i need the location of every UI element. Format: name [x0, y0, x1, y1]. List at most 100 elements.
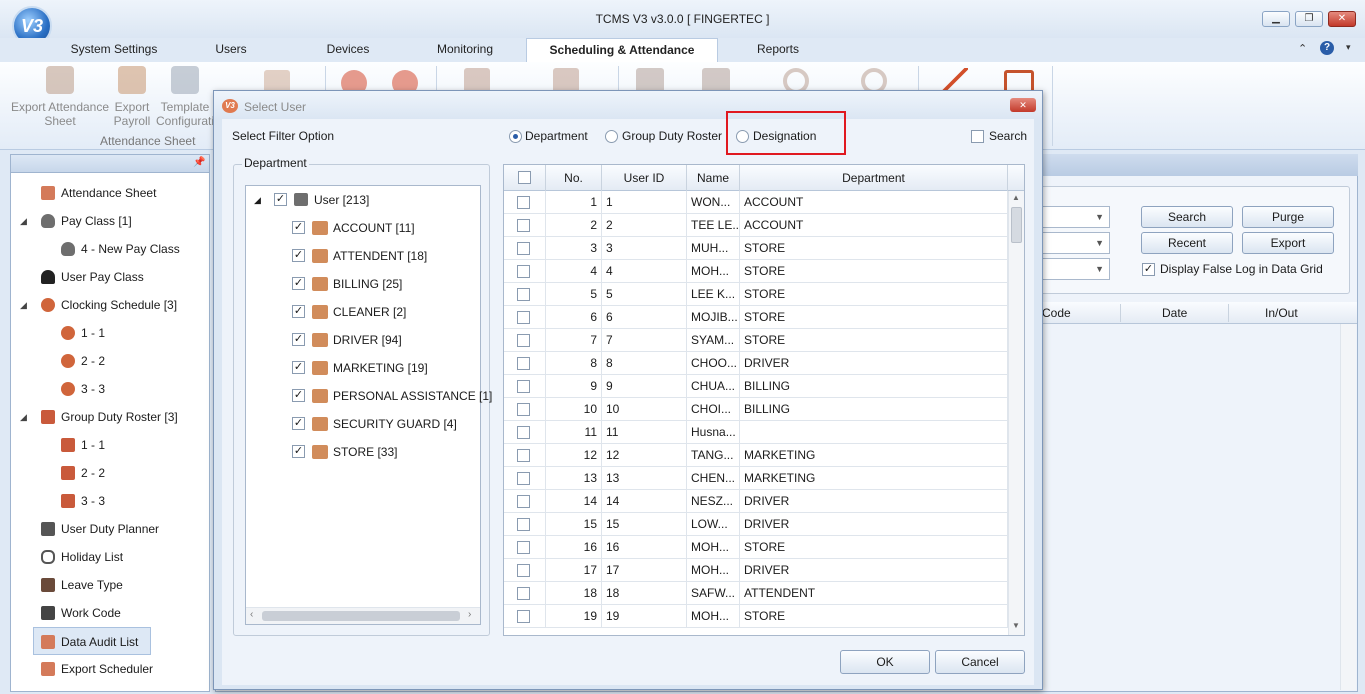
nav-user-pay-class[interactable]: User Pay Class [11, 263, 209, 291]
tree-department-item[interactable]: ✓ MARKETING [19] [246, 354, 480, 382]
template-configuration-button[interactable]: Template Configurati [156, 66, 214, 128]
tree-department-item[interactable]: ✓ PERSONAL ASSISTANCE [1] [246, 382, 492, 410]
tree-horizontal-scrollbar[interactable]: ‹ › [246, 607, 480, 624]
nav-group-duty-roster-item[interactable]: 1 - 1 [11, 431, 209, 459]
select-all-checkbox[interactable] [518, 171, 531, 184]
column-user-id[interactable]: User ID [602, 165, 687, 191]
column-department[interactable]: Department [740, 165, 1008, 191]
department-checkbox[interactable]: ✓ [292, 361, 305, 374]
row-checkbox[interactable] [517, 403, 530, 416]
table-row[interactable]: 14 14 NESZ... DRIVER [504, 490, 1008, 513]
collapse-ribbon-icon[interactable]: ⌃ [1298, 42, 1307, 55]
nav-pay-class-item[interactable]: 4 - New Pay Class [11, 235, 209, 263]
row-checkbox[interactable] [517, 357, 530, 370]
tree-root-user[interactable]: ◢ ✓ User [213] [246, 186, 480, 214]
search-checkbox[interactable] [971, 130, 984, 143]
row-checkbox[interactable] [517, 495, 530, 508]
filter-combo-2[interactable]: ▼ [1040, 232, 1110, 254]
scroll-down-icon[interactable]: ▼ [1012, 621, 1020, 630]
group-duty-roster-radio[interactable] [605, 130, 618, 143]
department-checkbox[interactable]: ✓ [292, 445, 305, 458]
tab-reports[interactable]: Reports [742, 42, 814, 62]
row-checkbox[interactable] [517, 426, 530, 439]
nav-clocking-schedule[interactable]: ◢ Clocking Schedule [3] [11, 291, 209, 319]
tab-monitoring[interactable]: Monitoring [424, 42, 506, 62]
table-row[interactable]: 10 10 CHOI... BILLING [504, 398, 1008, 421]
tab-system-settings[interactable]: System Settings [58, 42, 170, 62]
tree-department-item[interactable]: ✓ STORE [33] [246, 438, 480, 466]
row-checkbox[interactable] [517, 541, 530, 554]
column-no[interactable]: No. [546, 165, 602, 191]
close-button[interactable]: ✕ [1328, 11, 1356, 27]
help-icon[interactable]: ? [1320, 41, 1334, 55]
recent-button[interactable]: Recent [1141, 232, 1233, 254]
nav-holiday-list[interactable]: Holiday List [11, 543, 209, 571]
column-date[interactable]: Date [1162, 306, 1187, 320]
department-radio-label[interactable]: Department [525, 129, 588, 143]
user-grid-scrollbar[interactable]: ▲ ▼ [1008, 191, 1024, 635]
scroll-thumb[interactable] [1011, 207, 1022, 243]
tree-department-item[interactable]: ✓ SECURITY GUARD [4] [246, 410, 480, 438]
display-false-log-checkbox[interactable]: ✓ [1142, 263, 1155, 276]
ok-button[interactable]: OK [840, 650, 930, 674]
dialog-close-button[interactable]: ✕ [1010, 98, 1036, 112]
nav-attendance-sheet[interactable]: Attendance Sheet [11, 179, 209, 207]
department-checkbox[interactable]: ✓ [292, 417, 305, 430]
nav-clocking-schedule-item[interactable]: 2 - 2 [11, 347, 209, 375]
tab-devices[interactable]: Devices [312, 42, 384, 62]
tree-department-item[interactable]: ✓ ACCOUNT [11] [246, 214, 480, 242]
table-row[interactable]: 6 6 MOJIB... STORE [504, 306, 1008, 329]
department-checkbox[interactable]: ✓ [292, 249, 305, 262]
scroll-up-icon[interactable]: ▲ [1012, 193, 1020, 202]
row-checkbox[interactable] [517, 196, 530, 209]
export-attendance-sheet-button[interactable]: Export Attendance Sheet [10, 66, 110, 128]
select-all-header[interactable] [504, 165, 546, 191]
expand-icon[interactable]: ◢ [20, 403, 27, 431]
tab-users[interactable]: Users [200, 42, 262, 62]
department-checkbox[interactable]: ✓ [292, 305, 305, 318]
row-checkbox[interactable] [517, 334, 530, 347]
table-row[interactable]: 19 19 MOH... STORE [504, 605, 1008, 628]
table-row[interactable]: 9 9 CHUA... BILLING [504, 375, 1008, 398]
row-checkbox[interactable] [517, 564, 530, 577]
nav-data-audit-list[interactable]: Data Audit List [33, 627, 151, 655]
table-row[interactable]: 15 15 LOW... DRIVER [504, 513, 1008, 536]
expand-icon[interactable]: ◢ [20, 291, 27, 319]
tree-department-item[interactable]: ✓ DRIVER [94] [246, 326, 480, 354]
department-checkbox[interactable]: ✓ [292, 333, 305, 346]
options-dropdown-icon[interactable]: ▾ [1346, 42, 1351, 53]
purge-button[interactable]: Purge [1242, 206, 1334, 228]
table-row[interactable]: 13 13 CHEN... MARKETING [504, 467, 1008, 490]
maximize-button[interactable]: ❐ [1295, 11, 1323, 27]
column-code[interactable]: Code [1042, 306, 1071, 320]
table-row[interactable]: 11 11 Husna... [504, 421, 1008, 444]
nav-clocking-schedule-item[interactable]: 3 - 3 [11, 375, 209, 403]
filter-combo-1[interactable]: ▼ [1040, 206, 1110, 228]
table-row[interactable]: 7 7 SYAM... STORE [504, 329, 1008, 352]
nav-group-duty-roster-item[interactable]: 2 - 2 [11, 459, 209, 487]
table-row[interactable]: 1 1 WON... ACCOUNT [504, 191, 1008, 214]
cancel-button[interactable]: Cancel [935, 650, 1025, 674]
filter-combo-3[interactable]: ▼ [1040, 258, 1110, 280]
scroll-right-icon[interactable]: › [468, 609, 471, 620]
table-row[interactable]: 2 2 TEE LE... ACCOUNT [504, 214, 1008, 237]
export-payroll-button[interactable]: Export Payroll [108, 66, 156, 128]
table-row[interactable]: 17 17 MOH... DRIVER [504, 559, 1008, 582]
row-checkbox[interactable] [517, 472, 530, 485]
table-row[interactable]: 3 3 MUH... STORE [504, 237, 1008, 260]
nav-user-duty-planner[interactable]: User Duty Planner [11, 515, 209, 543]
nav-work-code[interactable]: Work Code [11, 599, 209, 627]
row-checkbox[interactable] [517, 265, 530, 278]
nav-group-duty-roster[interactable]: ◢ Group Duty Roster [3] [11, 403, 209, 431]
column-name[interactable]: Name [687, 165, 740, 191]
log-grid-scrollbar[interactable] [1340, 324, 1356, 690]
table-row[interactable]: 18 18 SAFW... ATTENDENT [504, 582, 1008, 605]
tab-scheduling-attendance[interactable]: Scheduling & Attendance [526, 38, 718, 64]
root-checkbox[interactable]: ✓ [274, 193, 287, 206]
export-button[interactable]: Export [1242, 232, 1334, 254]
nav-pay-class[interactable]: ◢ Pay Class [1] [11, 207, 209, 235]
department-checkbox[interactable]: ✓ [292, 389, 305, 402]
row-checkbox[interactable] [517, 219, 530, 232]
nav-leave-type[interactable]: Leave Type [11, 571, 209, 599]
scroll-left-icon[interactable]: ‹ [250, 609, 253, 620]
